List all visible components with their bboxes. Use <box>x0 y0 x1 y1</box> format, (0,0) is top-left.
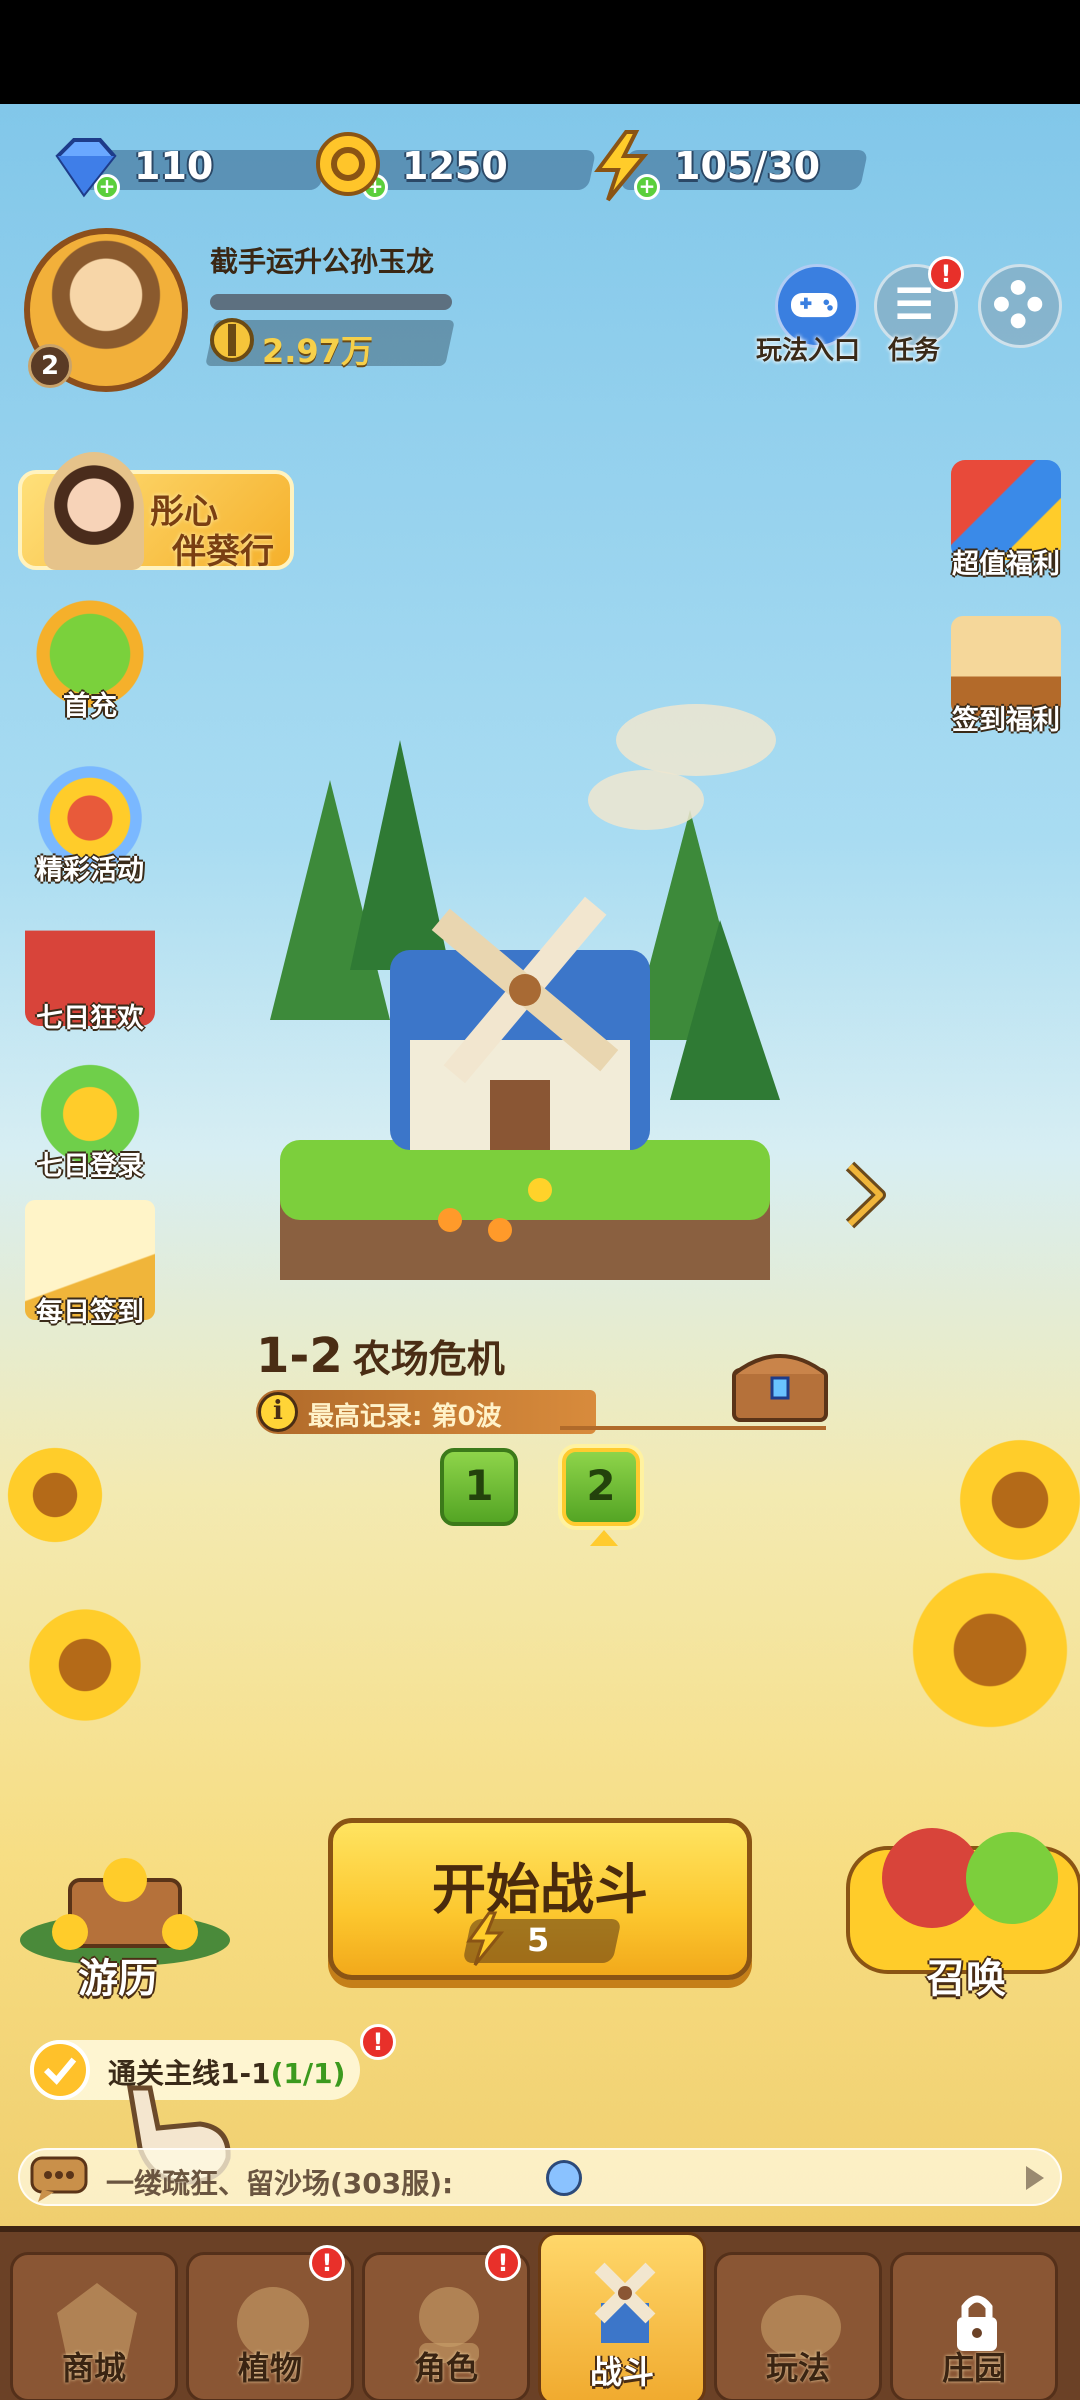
seven-day-carnival-label: 七日狂欢 <box>36 1003 144 1034</box>
bottom-navigation: 商城 植物 ! 角色 ! 战斗 玩法 庄园 <box>0 2226 1080 2400</box>
summon-button[interactable]: 召唤 <box>926 1946 1006 2004</box>
stage-number: 1-2 <box>256 1328 343 1384</box>
tasks-notification-badge: ! <box>928 256 964 292</box>
events-button[interactable]: 精彩活动 <box>20 758 160 887</box>
lightning-icon <box>466 1911 505 1966</box>
wave-button-2[interactable]: 2 <box>562 1448 640 1526</box>
chat-message: 一缕疏狂、留沙场(303服): <box>106 2167 454 2200</box>
record-underline <box>560 1426 826 1430</box>
energy-value: 105/30 <box>674 144 821 188</box>
sunflower-decoration <box>950 1430 1080 1570</box>
stage-title: 1-2 农场危机 <box>256 1328 505 1384</box>
expand-chat-icon[interactable] <box>1026 2166 1044 2190</box>
nav-shop[interactable]: 商城 <box>10 2252 178 2400</box>
nav-plants-badge: ! <box>309 2245 345 2281</box>
nav-plants[interactable]: 植物 ! <box>186 2245 354 2400</box>
coins-value: 1250 <box>402 144 508 188</box>
battle-cost-value: 5 <box>527 1921 550 1959</box>
nav-shop-label: 商城 <box>61 2349 126 2387</box>
daily-checkin-button[interactable]: 每日签到 <box>20 1200 160 1329</box>
check-icon <box>30 2040 90 2100</box>
events-label: 精彩活动 <box>36 855 144 886</box>
menu-dots-icon <box>994 280 1043 329</box>
nav-character[interactable]: 角色 ! <box>362 2245 530 2400</box>
coin-icon <box>316 132 380 196</box>
start-battle-label: 开始战斗 <box>432 1858 648 1921</box>
wave-button-1[interactable]: 1 <box>440 1448 518 1526</box>
sunflower-decoration <box>0 1440 110 1550</box>
chat-bubble-icon <box>30 2156 88 2202</box>
lightning-icon <box>594 130 649 202</box>
sunflower-decoration <box>20 1600 150 1730</box>
stage-name: 农场危机 <box>352 1337 505 1381</box>
seven-day-login-button[interactable]: 七日登录 <box>20 1054 160 1183</box>
nav-plants-label: 植物 <box>237 2349 302 2387</box>
status-bar <box>0 0 1080 104</box>
start-battle-button[interactable]: 开始战斗 5 <box>328 1818 752 1980</box>
play-entry-label: 玩法入口 <box>756 336 861 366</box>
promo-banner[interactable]: 彤心 伴葵行 <box>18 452 294 572</box>
treasure-chest-icon[interactable] <box>728 1344 832 1424</box>
nav-battle-label: 战斗 <box>589 2353 654 2391</box>
best-record-text: 最高记录: 第0波 <box>308 1402 502 1432</box>
quest-notification-badge: ! <box>360 2024 396 2060</box>
player-power: 2.97万 <box>262 332 373 370</box>
emoji-icon <box>546 2160 582 2196</box>
smoke-cloud <box>588 704 776 830</box>
daily-checkin-label: 每日签到 <box>36 1297 144 1328</box>
power-icon <box>210 318 254 362</box>
checkin-welfare-button[interactable]: 签到福利 <box>936 616 1076 737</box>
nav-character-badge: ! <box>485 2245 521 2281</box>
nav-gameplay[interactable]: 玩法 <box>714 2252 882 2400</box>
energy-counter[interactable]: + 105/30 <box>584 128 869 204</box>
player-name: 截手运升公孙玉龙 <box>210 245 435 278</box>
nav-gameplay-label: 玩法 <box>765 2349 830 2387</box>
gems-counter[interactable]: + 110 <box>44 128 329 204</box>
xp-bar <box>210 294 452 310</box>
diamond-icon <box>55 138 117 198</box>
nav-manor-label: 庄园 <box>941 2349 1006 2387</box>
spokesperson-portrait <box>44 452 144 570</box>
sunflower-decoration <box>900 1560 1080 1740</box>
best-record-bar: i 最高记录: 第0波 <box>256 1390 596 1434</box>
player-level-badge: 2 <box>28 344 72 388</box>
nav-battle[interactable]: 战斗 <box>538 2232 706 2400</box>
coins-counter[interactable]: + 1250 <box>312 128 597 204</box>
first-recharge-button[interactable]: 首充 <box>20 594 160 723</box>
selected-wave-indicator <box>590 1530 618 1546</box>
gems-value: 110 <box>134 144 214 188</box>
world-chat-bar[interactable]: 一缕疏狂、留沙场(303服): <box>18 2148 1062 2206</box>
nav-manor[interactable]: 庄园 <box>890 2252 1058 2400</box>
travel-button[interactable]: 游历 <box>78 1946 158 2004</box>
checkin-welfare-label: 签到福利 <box>952 705 1060 736</box>
tasks-label: 任务 <box>888 336 941 366</box>
seven-day-login-label: 七日登录 <box>36 1151 144 1182</box>
quest-progress: (1/1) <box>270 2057 346 2090</box>
info-icon[interactable]: i <box>258 1392 298 1432</box>
nav-character-label: 角色 <box>413 2349 478 2387</box>
menu-button[interactable] <box>978 264 1062 348</box>
value-welfare-label: 超值福利 <box>952 549 1060 580</box>
next-stage-arrow-icon[interactable] <box>840 1160 890 1230</box>
windmill-icon <box>594 2262 656 2343</box>
value-welfare-button[interactable]: 超值福利 <box>936 460 1076 581</box>
first-recharge-label: 首充 <box>63 691 117 722</box>
banner-line2: 伴葵行 <box>172 532 274 572</box>
seven-day-carnival-button[interactable]: 七日狂欢 <box>20 906 160 1035</box>
